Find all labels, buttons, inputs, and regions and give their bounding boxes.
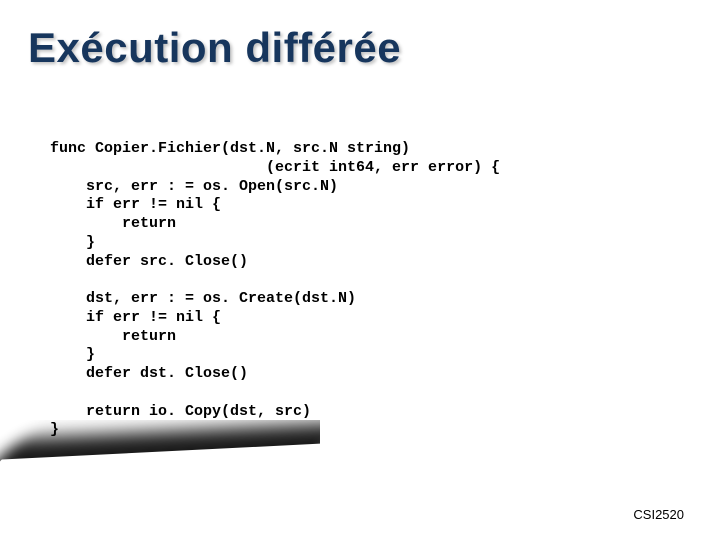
- slide: Exécution différée func Copier.Fichier(d…: [0, 0, 720, 540]
- slide-title: Exécution différée: [28, 24, 401, 72]
- corner-cover: [0, 441, 320, 540]
- code-block: func Copier.Fichier(dst.N, src.N string)…: [50, 140, 680, 440]
- footer-label: CSI2520: [633, 507, 684, 522]
